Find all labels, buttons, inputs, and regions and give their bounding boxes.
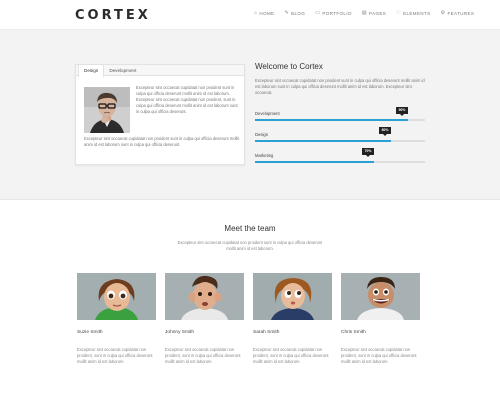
member-name: Suzie Smith xyxy=(77,330,103,335)
skill-label-development: Development xyxy=(255,111,280,116)
nav-item-features[interactable]: ⚙ FEATURES xyxy=(440,10,475,17)
nav-item-blog[interactable]: ✎ BLOG xyxy=(284,10,306,17)
skill-badge-development: 90% xyxy=(396,107,408,116)
skill-bar-development xyxy=(255,119,425,121)
home-icon: ⌂ xyxy=(254,10,258,16)
team-member-card: Sarah Smith Excepteur sint occaecat cupi… xyxy=(253,273,332,365)
nav-item-home[interactable]: ⌂ HOME xyxy=(254,10,275,17)
skill-bar-marketing xyxy=(255,161,425,163)
nav-item-elements[interactable]: ♡ ELEMENTS xyxy=(396,10,431,17)
member-photo xyxy=(77,273,156,320)
tab-panel: Design Development Excepteur sint occaec… xyxy=(75,64,245,165)
tab-design[interactable]: Design xyxy=(78,65,105,77)
nav-label: PAGES xyxy=(369,11,387,16)
skill-bar-design xyxy=(255,140,425,142)
nav-item-portfolio[interactable]: ▭ PORTFOLIO xyxy=(315,10,352,17)
member-name: Chris Smith xyxy=(341,330,366,335)
nav-label: PORTFOLIO xyxy=(322,11,352,16)
welcome-text: Excepteur sint occaecat cupidatat non pr… xyxy=(255,78,425,96)
nav-item-pages[interactable]: ▤ PAGES xyxy=(361,10,387,17)
member-bio: Excepteur sint occaecat cupidatat non pr… xyxy=(165,347,241,365)
welcome-title: Welcome to Cortex xyxy=(255,62,323,71)
skill-badge-design: 80% xyxy=(379,127,391,136)
member-name: Sarah Smith xyxy=(253,330,280,335)
pages-icon: ▤ xyxy=(361,10,368,16)
member-name: Johnny Smith xyxy=(165,330,195,335)
member-bio: Excepteur sint occaecat cupidatat non pr… xyxy=(253,347,329,365)
team-member-card: Chris Smith Excepteur sint occaecat cupi… xyxy=(341,273,420,365)
tab-body-text: Excepteur sint occaecat cupidatat non pr… xyxy=(136,85,238,115)
tab-bar: Design Development xyxy=(76,65,244,77)
gear-icon: ⚙ xyxy=(440,10,446,16)
member-photo xyxy=(165,273,244,320)
site-logo[interactable]: CORTEX xyxy=(75,8,151,23)
team-intro: Excepteur sint occaecat cupidatat non pr… xyxy=(177,240,323,252)
folder-icon: ▭ xyxy=(315,10,321,16)
member-photo xyxy=(341,273,420,320)
team-member-card: Suzie Smith Excepteur sint occaecat cupi… xyxy=(77,273,156,365)
skill-badge-marketing: 70% xyxy=(362,148,374,157)
member-bio: Excepteur sint occaecat cupidatat non pr… xyxy=(341,347,417,365)
nav-label: BLOG xyxy=(291,11,306,16)
heart-icon: ♡ xyxy=(396,10,402,16)
tab-development[interactable]: Development xyxy=(104,65,141,76)
nav-label: HOME xyxy=(259,11,275,16)
skill-fill-marketing xyxy=(255,161,374,163)
pencil-icon: ✎ xyxy=(284,10,290,16)
member-photo xyxy=(253,273,332,320)
skill-fill-development xyxy=(255,119,408,121)
team-title: Meet the team xyxy=(224,224,276,233)
portrait-image xyxy=(84,87,130,133)
nav-label: FEATURES xyxy=(447,11,475,16)
skill-fill-design xyxy=(255,140,391,142)
site-header: CORTEX ⌂ HOME ✎ BLOG ▭ PORTFOLIO ▤ PAGES… xyxy=(0,0,500,30)
main-nav: ⌂ HOME ✎ BLOG ▭ PORTFOLIO ▤ PAGES ♡ ELEM… xyxy=(254,10,475,17)
tab-body-text-secondary: Excepteur sint occaecat cupidatat non pr… xyxy=(84,136,240,148)
nav-label: ELEMENTS xyxy=(403,11,431,16)
team-member-card: Johnny Smith Excepteur sint occaecat cup… xyxy=(165,273,244,365)
skill-label-marketing: Marketing xyxy=(255,153,274,158)
member-bio: Excepteur sint occaecat cupidatat non pr… xyxy=(77,347,153,365)
skill-label-design: Design xyxy=(255,132,269,137)
